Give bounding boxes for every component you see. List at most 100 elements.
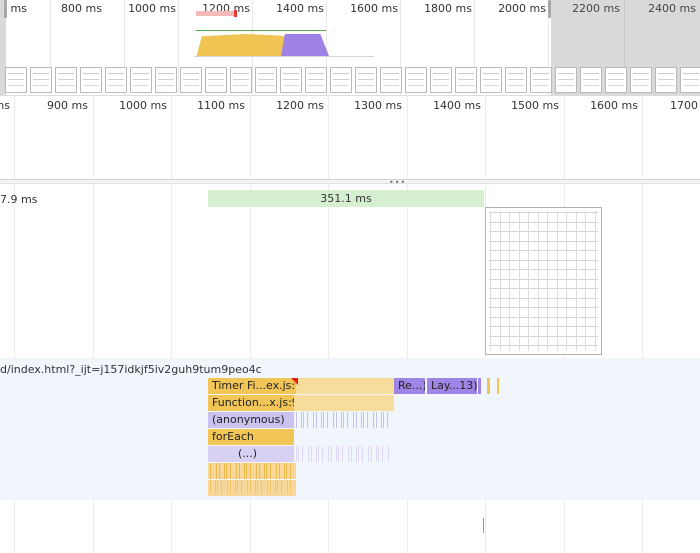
filmstrip-frame[interactable]: [230, 67, 252, 93]
child-call-slice[interactable]: [316, 446, 317, 462]
child-call-slice[interactable]: [381, 412, 382, 428]
child-call-slice[interactable]: [311, 446, 312, 462]
child-call-slice[interactable]: [387, 412, 388, 428]
child-call-slice[interactable]: [323, 412, 324, 428]
screenshot-filmstrip[interactable]: [0, 64, 700, 94]
child-call-slice[interactable]: [239, 463, 240, 479]
child-call-slice[interactable]: [327, 412, 328, 428]
child-call-slice[interactable]: [266, 463, 267, 479]
child-call-slice[interactable]: [376, 412, 377, 428]
child-call-slice[interactable]: [356, 446, 357, 462]
filmstrip-frame[interactable]: [630, 67, 652, 93]
child-call-slice[interactable]: [336, 446, 337, 462]
child-call-slice[interactable]: [343, 412, 344, 428]
filmstrip-frame[interactable]: [130, 67, 152, 93]
child-call-slice[interactable]: [341, 412, 342, 428]
child-call-slice[interactable]: [270, 463, 271, 479]
child-call-slice[interactable]: [250, 480, 251, 494]
child-call-slice[interactable]: [219, 463, 220, 479]
filmstrip-frame[interactable]: [155, 67, 177, 93]
child-call-slice[interactable]: [307, 412, 308, 428]
child-call-slice[interactable]: [321, 412, 322, 428]
child-call-slice[interactable]: [348, 446, 349, 462]
child-call-slice[interactable]: [230, 480, 231, 494]
child-call-slice[interactable]: [382, 446, 383, 462]
child-call-slice[interactable]: [287, 480, 288, 494]
filmstrip-frame[interactable]: [180, 67, 202, 93]
filmstrip-frame[interactable]: [355, 67, 377, 93]
filmstrip-frame[interactable]: [530, 67, 552, 93]
child-call-slice[interactable]: [303, 412, 304, 428]
child-call-slice[interactable]: [259, 463, 260, 479]
event-function-call[interactable]: Function...x.js:9): [208, 395, 294, 411]
frame-bar[interactable]: 351.1 ms: [208, 190, 484, 207]
filmstrip-frame[interactable]: [605, 67, 627, 93]
child-call-slice[interactable]: [255, 480, 256, 494]
child-call-slice[interactable]: [338, 446, 339, 462]
child-call-slice[interactable]: [308, 446, 309, 462]
child-call-slice[interactable]: [373, 412, 374, 428]
child-call-slice[interactable]: [226, 463, 227, 479]
panel-splitter[interactable]: [0, 179, 700, 184]
child-call-slice[interactable]: [257, 480, 258, 494]
filmstrip-frame[interactable]: [280, 67, 302, 93]
child-call-slice[interactable]: [281, 480, 282, 494]
child-call-slice[interactable]: [318, 446, 319, 462]
event-paint[interactable]: [478, 378, 481, 394]
child-call-slice[interactable]: [227, 480, 228, 494]
child-call-slice[interactable]: [367, 412, 368, 428]
child-call-slice[interactable]: [244, 463, 245, 479]
event-script-small[interactable]: [487, 378, 490, 394]
child-call-slice[interactable]: [246, 463, 247, 479]
child-call-slice[interactable]: [376, 446, 377, 462]
child-call-slice[interactable]: [351, 446, 352, 462]
child-call-slice[interactable]: [230, 463, 231, 479]
splitter-grip-icon[interactable]: •••: [389, 179, 406, 187]
child-call-slice[interactable]: [301, 412, 302, 428]
event-timer-fired[interactable]: Timer Fi...ex.js:9): [208, 378, 296, 394]
child-call-slice[interactable]: [237, 480, 238, 494]
timeline-overview[interactable]: ms 800 ms 1000 ms 1200 ms 1400 ms 1600 m…: [0, 0, 700, 95]
filmstrip-frame[interactable]: [455, 67, 477, 93]
event-collapsed[interactable]: (...): [208, 446, 294, 462]
child-call-slice[interactable]: [210, 463, 211, 479]
child-call-slice[interactable]: [217, 480, 218, 494]
child-call-slice[interactable]: [250, 463, 251, 479]
event-script-small[interactable]: [497, 378, 499, 394]
child-call-slice[interactable]: [290, 463, 291, 479]
child-call-slice[interactable]: [235, 480, 236, 494]
child-call-slice[interactable]: [333, 412, 334, 428]
child-call-slice[interactable]: [247, 480, 248, 494]
child-call-slice[interactable]: [347, 412, 348, 428]
child-call-slice[interactable]: [331, 446, 332, 462]
child-call-slice[interactable]: [328, 446, 329, 462]
child-call-slice[interactable]: [296, 446, 297, 462]
child-call-slice[interactable]: [378, 446, 379, 462]
child-call-slice[interactable]: [313, 412, 314, 428]
child-call-slice[interactable]: [342, 446, 343, 462]
event-timer-fired-tail[interactable]: [296, 378, 394, 394]
child-call-slice[interactable]: [362, 446, 363, 462]
filmstrip-frame[interactable]: [680, 67, 700, 93]
child-call-slice[interactable]: [353, 412, 354, 428]
filmstrip-frame[interactable]: [330, 67, 352, 93]
child-call-slice[interactable]: [261, 480, 262, 494]
child-call-slice[interactable]: [368, 446, 369, 462]
child-call-slice[interactable]: [270, 480, 271, 494]
child-call-slice[interactable]: [290, 480, 291, 494]
event-recalc-style[interactable]: Re...): [394, 378, 425, 394]
filmstrip-frame[interactable]: [105, 67, 127, 93]
event-layout[interactable]: Lay...13): [427, 378, 477, 394]
filmstrip-frame[interactable]: [555, 67, 577, 93]
child-call-slice[interactable]: [361, 412, 362, 428]
frame-duration-left[interactable]: 7.9 ms: [0, 193, 37, 206]
child-call-slice[interactable]: [279, 463, 280, 479]
child-call-slice[interactable]: [264, 463, 265, 479]
child-call-slice[interactable]: [336, 412, 337, 428]
child-call-slice[interactable]: [358, 446, 359, 462]
filmstrip-frame[interactable]: [430, 67, 452, 93]
event-anonymous[interactable]: (anonymous): [208, 412, 294, 428]
child-call-slice[interactable]: [298, 446, 299, 462]
child-call-slice[interactable]: [216, 463, 217, 479]
filmstrip-frame[interactable]: [480, 67, 502, 93]
